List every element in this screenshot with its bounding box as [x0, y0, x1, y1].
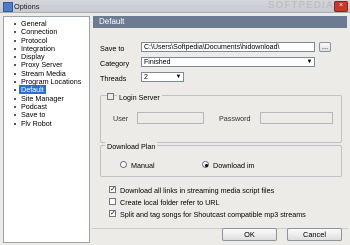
user-field[interactable] [137, 112, 204, 124]
manual-radio-label: Manual [131, 161, 155, 170]
user-label: User [113, 114, 129, 123]
category-select[interactable]: Finished ▼ [141, 57, 315, 67]
bullet-icon [14, 64, 16, 67]
bullet-icon [14, 122, 16, 125]
bullet-icon [14, 72, 16, 75]
create-local-folder-label: Create local folder refer to URL [120, 198, 220, 207]
bullet-icon [14, 31, 16, 34]
password-label: Password [219, 114, 251, 123]
split-tag-songs-label: Split and tag songs for Shoutcast compat… [120, 210, 306, 219]
threads-label: Threads [100, 74, 127, 83]
category-value: Finished [144, 59, 171, 66]
cancel-button[interactable]: Cancel [287, 228, 342, 241]
save-to-path-input[interactable]: C:\Users\Softpedia\Documents\hidownload\ [141, 42, 315, 52]
download-plan-title: Download Plan [105, 142, 158, 151]
threads-select[interactable]: 2 ▼ [141, 72, 184, 82]
options-window: Options SOFTPEDIA × General Connection P… [0, 0, 350, 245]
sidebar-item-program-locations[interactable]: Program Locations [4, 77, 89, 86]
sidebar-item-podcast[interactable]: Podcast [4, 102, 89, 111]
password-field[interactable] [260, 112, 333, 124]
threads-value: 2 [144, 74, 148, 81]
sidebar-item-integration[interactable]: Integration [4, 44, 89, 53]
watermark-text: SOFTPEDIA [267, 0, 334, 11]
download-all-links-label: Download all links in streaming media sc… [120, 186, 275, 195]
checkmark-icon: ✓ [110, 186, 116, 193]
create-local-folder-checkbox[interactable] [109, 198, 116, 205]
download-im-radio[interactable] [202, 161, 209, 168]
manual-radio[interactable] [120, 161, 127, 168]
bullet-icon [14, 105, 16, 108]
bullet-icon [14, 89, 16, 92]
panel-header: Default [93, 16, 347, 28]
bullet-icon [14, 97, 16, 100]
split-tag-songs-checkbox[interactable]: ✓ [109, 210, 116, 217]
options-sidebar: General Connection Protocol Integration … [3, 16, 90, 243]
close-button[interactable]: × [334, 1, 348, 12]
bullet-icon [14, 23, 16, 25]
default-settings-panel: Default Save to C:\Users\Softpedia\Docum… [93, 16, 347, 225]
radio-selected-dot [204, 163, 208, 167]
download-all-links-checkbox[interactable]: ✓ [109, 186, 116, 193]
category-label: Category [100, 59, 130, 68]
download-im-radio-label: Download im [213, 161, 255, 170]
chevron-down-icon: ▼ [175, 74, 182, 80]
app-icon [3, 2, 13, 12]
checkmark-icon: ✓ [110, 210, 116, 217]
bullet-icon [14, 114, 16, 117]
ok-button[interactable]: OK [222, 228, 277, 241]
login-server-checkbox[interactable] [107, 93, 114, 100]
bullet-icon [14, 81, 16, 84]
sidebar-item-flv-robot[interactable]: Flv Robot [4, 119, 89, 128]
window-title: Options [14, 2, 40, 11]
bullet-icon [14, 47, 16, 50]
browse-button[interactable]: ... [319, 42, 331, 52]
bullet-icon [14, 39, 16, 42]
login-server-label: Login Server [117, 93, 162, 102]
title-bar[interactable]: Options SOFTPEDIA × [0, 0, 350, 13]
chevron-down-icon: ▼ [306, 59, 313, 65]
bullet-icon [14, 56, 16, 59]
save-to-label: Save to [100, 44, 125, 53]
